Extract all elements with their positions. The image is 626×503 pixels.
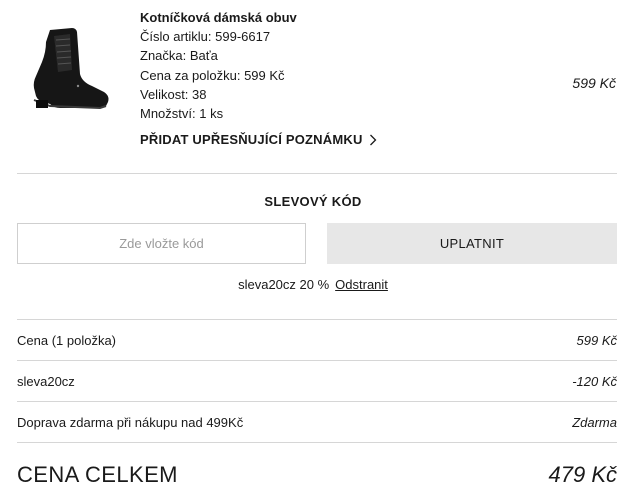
summary-label: Cena (1 položka) <box>17 333 116 348</box>
size: Velikost: 38 <box>140 86 207 102</box>
chevron-right-icon <box>369 134 376 146</box>
summary-row: Cena (1 položka) 599 Kč <box>17 333 617 348</box>
summary-label: sleva20cz <box>17 374 75 389</box>
summary-value: 599 Kč <box>576 333 617 348</box>
summary-value: Zdarma <box>572 415 617 430</box>
divider <box>17 173 617 174</box>
applied-discount: sleva20cz 20 % Odstranit <box>0 277 626 292</box>
total-value: 479 Kč <box>548 462 618 487</box>
brand: Značka: Baťa <box>140 48 218 64</box>
divider <box>17 319 617 320</box>
summary-row: sleva20cz -120 Kč <box>17 374 617 389</box>
add-note-label: PŘIDAT UPŘESŇUJÍCÍ POZNÁMKU <box>140 132 363 148</box>
total-row: CENA CELKEM 479 Kč <box>17 462 617 488</box>
total-label: CENA CELKEM <box>17 462 178 487</box>
applied-code: sleva20cz 20 % <box>238 277 330 292</box>
remove-discount-link[interactable]: Odstranit <box>335 277 388 292</box>
add-note-link[interactable]: PŘIDAT UPŘESŇUJÍCÍ POZNÁMKU <box>140 132 377 147</box>
quantity: Množství: 1 ks <box>140 106 224 122</box>
article-number: Číslo artiklu: 599-6617 <box>140 29 271 44</box>
product-info: Kotníčková dámská obuv Číslo artiklu: 59… <box>140 8 377 147</box>
apply-button[interactable]: UPLATNIT <box>327 223 617 264</box>
divider <box>17 442 617 443</box>
divider <box>17 401 617 402</box>
discount-title: SLEVOVÝ KÓD <box>264 194 362 209</box>
summary-row: Doprava zdarma při nákupu nad 499Kč Zdar… <box>17 415 617 430</box>
cart-item: Kotníčková dámská obuv Číslo artiklu: 59… <box>0 0 626 160</box>
boot-image <box>33 28 109 110</box>
summary-value: -120 Kč <box>572 374 617 389</box>
summary-label: Doprava zdarma při nákupu nad 499Kč <box>17 415 244 430</box>
item-price: 599 Kč <box>572 75 616 91</box>
unit-price: Cena za položku: 599 Kč <box>140 67 285 83</box>
discount-code-input[interactable] <box>17 223 306 264</box>
divider <box>17 360 617 361</box>
product-name[interactable]: Kotníčková dámská obuv <box>140 8 377 27</box>
